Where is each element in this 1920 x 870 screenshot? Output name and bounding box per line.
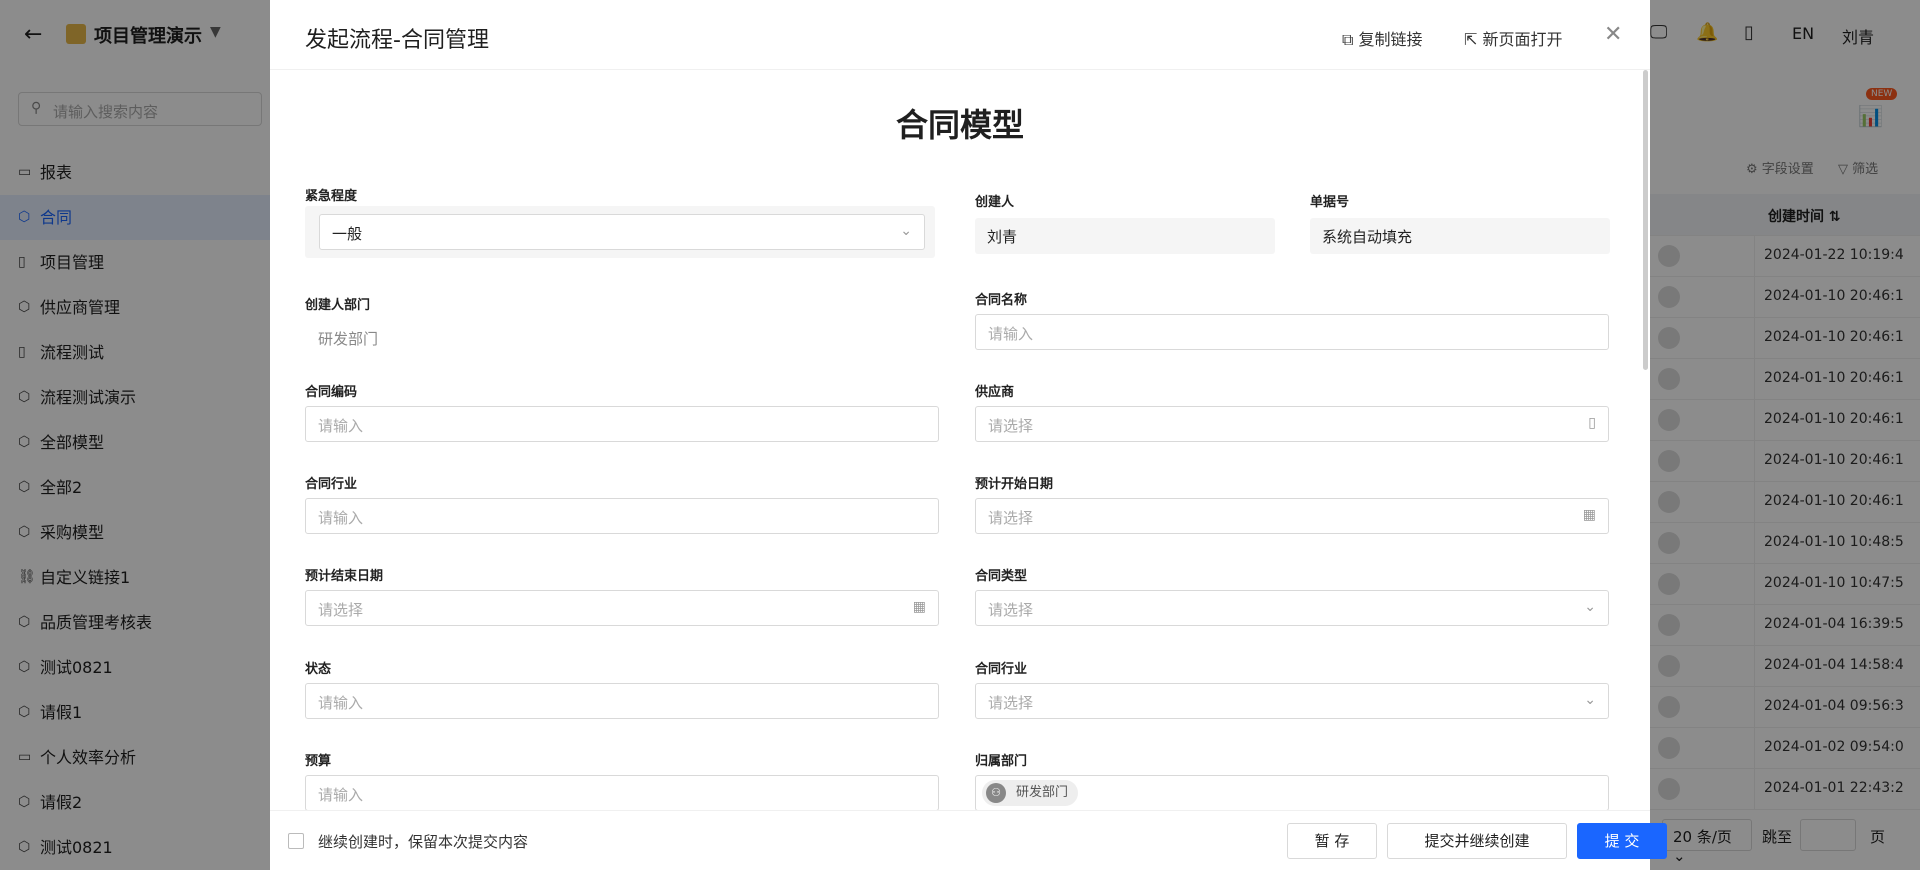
supplier-placeholder: 请选择 (988, 417, 1034, 435)
contract-code-placeholder: 请输入 (318, 417, 364, 435)
contract-industry2-placeholder: 请选择 (988, 694, 1034, 712)
end-date-placeholder: 请选择 (318, 601, 364, 619)
budget-label: 预算 (305, 754, 332, 769)
doc-no-value: 系统自动填充 (1322, 228, 1413, 246)
owner-dept-label: 归属部门 (975, 754, 1028, 769)
creator-dept-label: 创建人部门 (305, 298, 371, 313)
contract-industry-input[interactable]: 请输入 (305, 498, 939, 534)
chevron-down-icon: ⌄ (1584, 599, 1596, 615)
calendar-icon: ▦ (912, 599, 926, 615)
chevron-down-icon: ⌄ (900, 223, 912, 239)
contract-industry2-label: 合同行业 (975, 662, 1028, 677)
creator-value: 刘青 (987, 228, 1018, 246)
calendar-icon: ▦ (1582, 507, 1596, 523)
drawer-footer: 继续创建时，保留本次提交内容 暂 存 提交并继续创建 提 交 (270, 810, 1667, 870)
form-title: 合同模型 (895, 106, 1024, 144)
contract-code-input[interactable]: 请输入 (305, 406, 939, 442)
close-icon[interactable]: ✕ (1604, 22, 1622, 47)
urgency-wrapper: 一般 ⌄ (305, 206, 935, 258)
dept-tag[interactable]: ⚇ 研发部门 (982, 780, 1079, 806)
dept-tag-label: 研发部门 (1016, 785, 1069, 800)
copy-icon: ⧉ (1342, 30, 1354, 49)
contract-name-placeholder: 请输入 (988, 325, 1034, 343)
status-label: 状态 (305, 662, 332, 677)
keep-content-label: 继续创建时，保留本次提交内容 (318, 833, 529, 851)
creator-field: 刘青 (975, 218, 1275, 254)
drawer-scrollbar[interactable] (1643, 70, 1648, 370)
save-draft-button[interactable]: 暂 存 (1287, 823, 1377, 859)
doc-no-label: 单据号 (1310, 195, 1350, 210)
keep-content-checkbox[interactable] (288, 833, 304, 849)
external-link-icon: ⇱ (1464, 30, 1478, 49)
contract-type-placeholder: 请选择 (988, 601, 1034, 619)
drawer-header: 发起流程-合同管理 ⧉ 复制链接 ⇱ 新页面打开 ✕ (270, 0, 1650, 70)
start-date-label: 预计开始日期 (975, 477, 1054, 492)
supplier-label: 供应商 (975, 385, 1015, 400)
org-icon: ⚇ (986, 783, 1006, 803)
contract-industry-label: 合同行业 (305, 477, 358, 492)
end-date-picker[interactable]: 请选择 ▦ (305, 590, 939, 626)
budget-input[interactable]: 请输入 (305, 775, 939, 810)
supplier-select[interactable]: 请选择 ▯ (975, 406, 1609, 442)
contract-industry-placeholder: 请输入 (318, 509, 364, 527)
contract-type-select[interactable]: 请选择 ⌄ (975, 590, 1609, 626)
contract-name-input[interactable]: 请输入 (975, 314, 1609, 350)
start-date-picker[interactable]: 请选择 ▦ (975, 498, 1609, 534)
creator-dept-value: 研发部门 (318, 330, 379, 348)
contract-name-label: 合同名称 (975, 293, 1028, 308)
contract-industry2-select[interactable]: 请选择 ⌄ (975, 683, 1609, 719)
doc-no-field: 系统自动填充 (1310, 218, 1610, 254)
flow-drawer: 发起流程-合同管理 ⧉ 复制链接 ⇱ 新页面打开 ✕ 合同模型 紧急程度 一般 … (270, 0, 1667, 870)
urgency-select[interactable]: 一般 ⌄ (319, 214, 925, 250)
file-icon: ▯ (1588, 415, 1596, 431)
contract-type-label: 合同类型 (975, 569, 1028, 584)
urgency-value: 一般 (332, 225, 363, 243)
open-new-page-button[interactable]: ⇱ 新页面打开 (1464, 26, 1563, 50)
submit-continue-button[interactable]: 提交并继续创建 (1387, 823, 1567, 859)
copy-link-button[interactable]: ⧉ 复制链接 (1342, 26, 1423, 50)
status-input[interactable]: 请输入 (305, 683, 939, 719)
start-date-placeholder: 请选择 (988, 509, 1034, 527)
budget-placeholder: 请输入 (318, 786, 364, 804)
urgency-label: 紧急程度 (305, 189, 358, 204)
owner-dept-picker[interactable]: ⚇ 研发部门 (975, 775, 1609, 810)
submit-button[interactable]: 提 交 (1577, 823, 1667, 859)
open-new-page-label: 新页面打开 (1482, 30, 1563, 49)
creator-label: 创建人 (975, 195, 1015, 210)
drawer-body: 合同模型 紧急程度 一般 ⌄ 创建人 刘青 单据号 系统自动填充 创建人部门 研… (270, 70, 1650, 810)
contract-code-label: 合同编码 (305, 385, 358, 400)
chevron-down-icon: ⌄ (1584, 692, 1596, 708)
end-date-label: 预计结束日期 (305, 569, 384, 584)
copy-link-label: 复制链接 (1358, 30, 1423, 49)
status-placeholder: 请输入 (318, 694, 364, 712)
drawer-title: 发起流程-合同管理 (305, 28, 489, 53)
